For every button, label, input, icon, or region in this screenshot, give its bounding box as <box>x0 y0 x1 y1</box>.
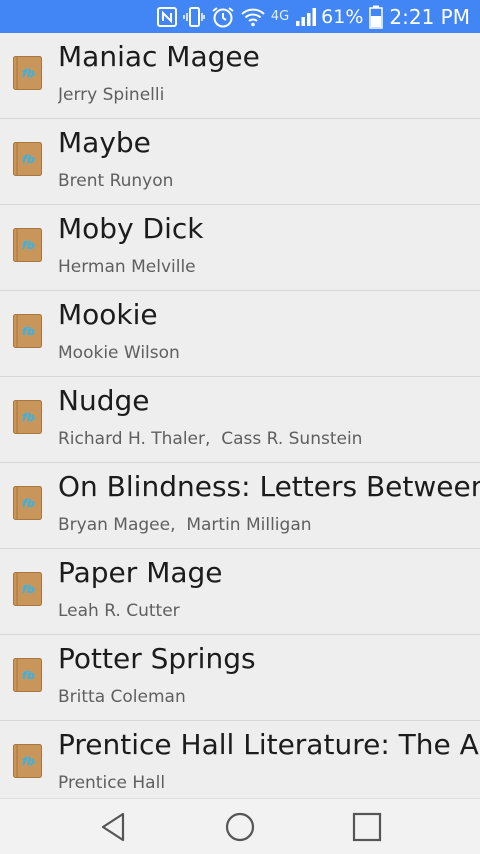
book-authors: Leah R. Cutter <box>58 600 480 622</box>
book-authors: Herman Melville <box>58 256 480 278</box>
book-list-item[interactable]: fb Mookie Mookie Wilson <box>0 291 480 377</box>
book-title: Maniac Magee <box>58 40 260 73</box>
author-name: Bryan Magee <box>58 515 171 535</box>
back-icon <box>101 812 125 842</box>
author-name: Herman Melville <box>58 257 196 277</box>
author-name: Leah R. Cutter <box>58 601 180 621</box>
svg-text:fb: fb <box>22 669 35 682</box>
svg-text:fb: fb <box>22 153 35 166</box>
network-type-label: 4G <box>270 9 290 24</box>
author-name: Cass R. Sunstein <box>205 429 362 449</box>
book-title: Potter Springs <box>58 642 256 675</box>
book-title: Prentice Hall Literature: The Am <box>58 728 480 761</box>
author-name: Richard H. Thaler <box>58 429 205 449</box>
book-title: Maybe <box>58 126 151 159</box>
book-title: Mookie <box>58 298 158 331</box>
recents-button[interactable] <box>349 809 385 845</box>
book-list-item[interactable]: fb Moby Dick Herman Melville <box>0 205 480 291</box>
clock: 2:21 PM <box>389 4 470 29</box>
svg-text:fb: fb <box>22 755 35 768</box>
book-authors: Jerry Spinelli <box>58 84 480 106</box>
book-cover-icon: fb <box>13 228 42 262</box>
nfc-icon <box>156 0 177 33</box>
book-cover-icon: fb <box>13 400 42 434</box>
svg-text:fb: fb <box>22 583 35 596</box>
book-cover-icon: fb <box>13 658 42 692</box>
back-button[interactable] <box>95 809 131 845</box>
home-button[interactable] <box>222 809 258 845</box>
alarm-icon <box>211 0 235 33</box>
book-authors: Bryan MageeMartin Milligan <box>58 514 480 536</box>
svg-text:fb: fb <box>22 411 35 424</box>
book-cover-icon: fb <box>13 572 42 606</box>
book-list[interactable]: fb Maniac Magee Jerry Spinelli fb Maybe … <box>0 33 480 798</box>
signal-icon <box>295 0 317 33</box>
home-icon <box>225 812 255 842</box>
book-list-item[interactable]: fb Nudge Richard H. ThalerCass R. Sunste… <box>0 377 480 463</box>
author-name: Martin Milligan <box>170 515 311 535</box>
book-title: Nudge <box>58 384 150 417</box>
book-authors: Brent Runyon <box>58 170 480 192</box>
book-cover-icon: fb <box>13 142 42 176</box>
author-name: Brent Runyon <box>58 171 174 191</box>
author-name: Prentice Hall <box>58 773 166 793</box>
book-list-item[interactable]: fb Maybe Brent Runyon <box>0 119 480 205</box>
book-cover-icon: fb <box>13 56 42 90</box>
book-authors: Richard H. ThalerCass R. Sunstein <box>58 428 480 450</box>
book-cover-icon: fb <box>13 314 42 348</box>
navigation-bar <box>0 798 480 854</box>
svg-text:fb: fb <box>22 325 35 338</box>
book-authors: Prentice Hall <box>58 772 480 794</box>
book-cover-icon: fb <box>13 486 42 520</box>
author-name: Jerry Spinelli <box>58 85 165 105</box>
book-list-item[interactable]: fb Potter Springs Britta Coleman <box>0 635 480 721</box>
recents-icon <box>352 812 382 842</box>
svg-text:fb: fb <box>22 67 35 80</box>
svg-text:fb: fb <box>22 497 35 510</box>
svg-text:fb: fb <box>22 239 35 252</box>
author-name: Mookie Wilson <box>58 343 180 363</box>
book-cover-icon: fb <box>13 744 42 778</box>
book-authors: Britta Coleman <box>58 686 480 708</box>
book-list-item[interactable]: fb On Blindness: Letters Between B Bryan… <box>0 463 480 549</box>
wifi-icon <box>241 0 265 33</box>
book-list-item[interactable]: fb Paper Mage Leah R. Cutter <box>0 549 480 635</box>
vibrate-icon <box>183 0 205 33</box>
battery-icon <box>369 0 384 33</box>
battery-percent: 61% <box>321 5 364 28</box>
author-name: Britta Coleman <box>58 687 186 707</box>
book-title: Moby Dick <box>58 212 204 245</box>
status-bar: 4G 61% 2:21 PM <box>0 0 480 33</box>
book-title: On Blindness: Letters Between B <box>58 470 480 503</box>
book-authors: Mookie Wilson <box>58 342 480 364</box>
book-list-item[interactable]: fb Maniac Magee Jerry Spinelli <box>0 33 480 119</box>
book-title: Paper Mage <box>58 556 223 589</box>
book-list-item[interactable]: fb Prentice Hall Literature: The Am Pren… <box>0 721 480 798</box>
